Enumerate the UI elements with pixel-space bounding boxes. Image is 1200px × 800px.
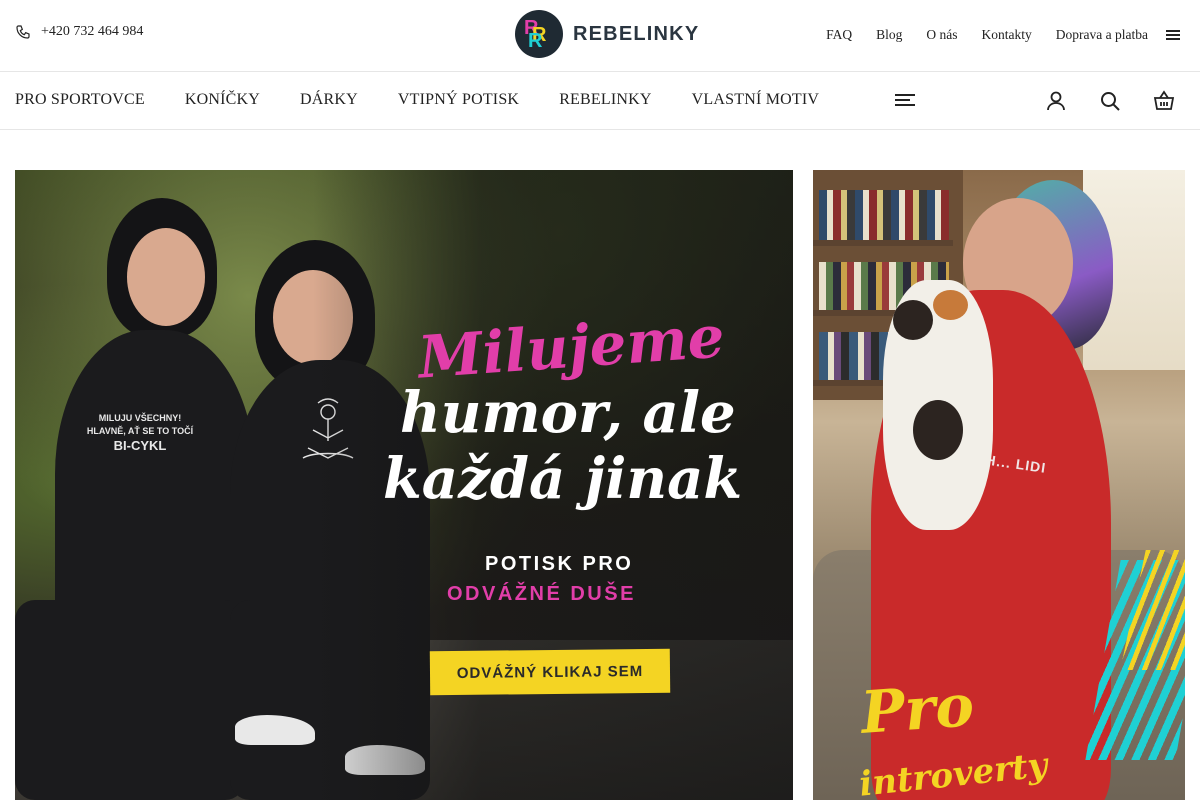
search-button[interactable] [1098,89,1122,113]
cat-patch-orange [933,290,968,320]
shirt-text-line1: MILUJU VŠECHNY! [98,413,182,423]
nav-item-sportovce[interactable]: PRO SPORTOVCE [15,91,145,109]
top-menu-icon[interactable] [1166,30,1180,42]
side-headline-1: Pro [858,671,977,747]
legs-left [15,600,245,800]
cta-button[interactable]: ODVÁŽNÝ KLIKAJ SEM [429,648,671,696]
phone-number[interactable]: +420 732 464 984 [41,24,143,40]
top-link-blog[interactable]: Blog [876,27,902,43]
category-nav: PRO SPORTOVCE KONÍČKY DÁRKY VTIPNÝ POTIS… [15,91,819,109]
nav-item-rebelinky[interactable]: REBELINKY [559,91,651,109]
cart-button[interactable] [1152,89,1176,113]
basket-icon [1153,90,1175,110]
top-bar: +420 732 464 984 R R R REBELINKY FAQ Blo… [0,0,1200,72]
logo-mark-icon: R R R [515,10,563,58]
face-left [127,228,205,326]
main-nav: PRO SPORTOVCE KONÍČKY DÁRKY VTIPNÝ POTIS… [0,72,1200,130]
nav-item-darky[interactable]: DÁRKY [300,91,358,109]
headline-line1: humor, ale [400,380,736,446]
shelf-1 [813,240,953,246]
top-link-shipping[interactable]: Doprava a platba [1056,27,1148,43]
hero-banner[interactable]: MILUJU VŠECHNY! HLAVNĚ, AŤ SE TO TOČÍ BI… [15,170,793,800]
user-icon [1047,91,1065,111]
site-logo[interactable]: R R R REBELINKY [515,10,699,58]
cat-patch [893,300,933,340]
subheadline-2: ODVÁŽNÉ DUŠE [447,583,636,605]
top-link-contacts[interactable]: Kontakty [982,27,1032,43]
search-icon [1101,92,1120,111]
shirt-text-line2: HLAVNĚ, AŤ SE TO TOČÍ [86,426,194,436]
account-button[interactable] [1044,89,1068,113]
nav-item-vlastni-motiv[interactable]: VLASTNÍ MOTIV [692,91,819,109]
menu-icon[interactable] [895,94,915,108]
logo-text: REBELINKY [573,22,700,45]
headline-line2: každá jinak [383,446,743,512]
side-banner[interactable]: EH... LIDI Pro introverty [813,170,1185,800]
top-link-about[interactable]: O nás [926,27,957,43]
books-row-1 [819,190,949,240]
shirt-text-line3: BI-CYKL [113,438,167,453]
header-actions [1044,89,1176,113]
cat-patch-2 [913,400,963,460]
subheadline-1: POTISK PRO [485,553,634,575]
nav-item-konicky[interactable]: KONÍČKY [185,91,260,109]
top-links: FAQ Blog O nás Kontakty Doprava a platba [826,27,1148,43]
phone-icon [16,25,30,39]
nav-item-vtipny-potisk[interactable]: VTIPNÝ POTISK [398,91,519,109]
cat [883,280,993,530]
phone-contact[interactable]: +420 732 464 984 [15,24,143,40]
top-link-faq[interactable]: FAQ [826,27,852,43]
